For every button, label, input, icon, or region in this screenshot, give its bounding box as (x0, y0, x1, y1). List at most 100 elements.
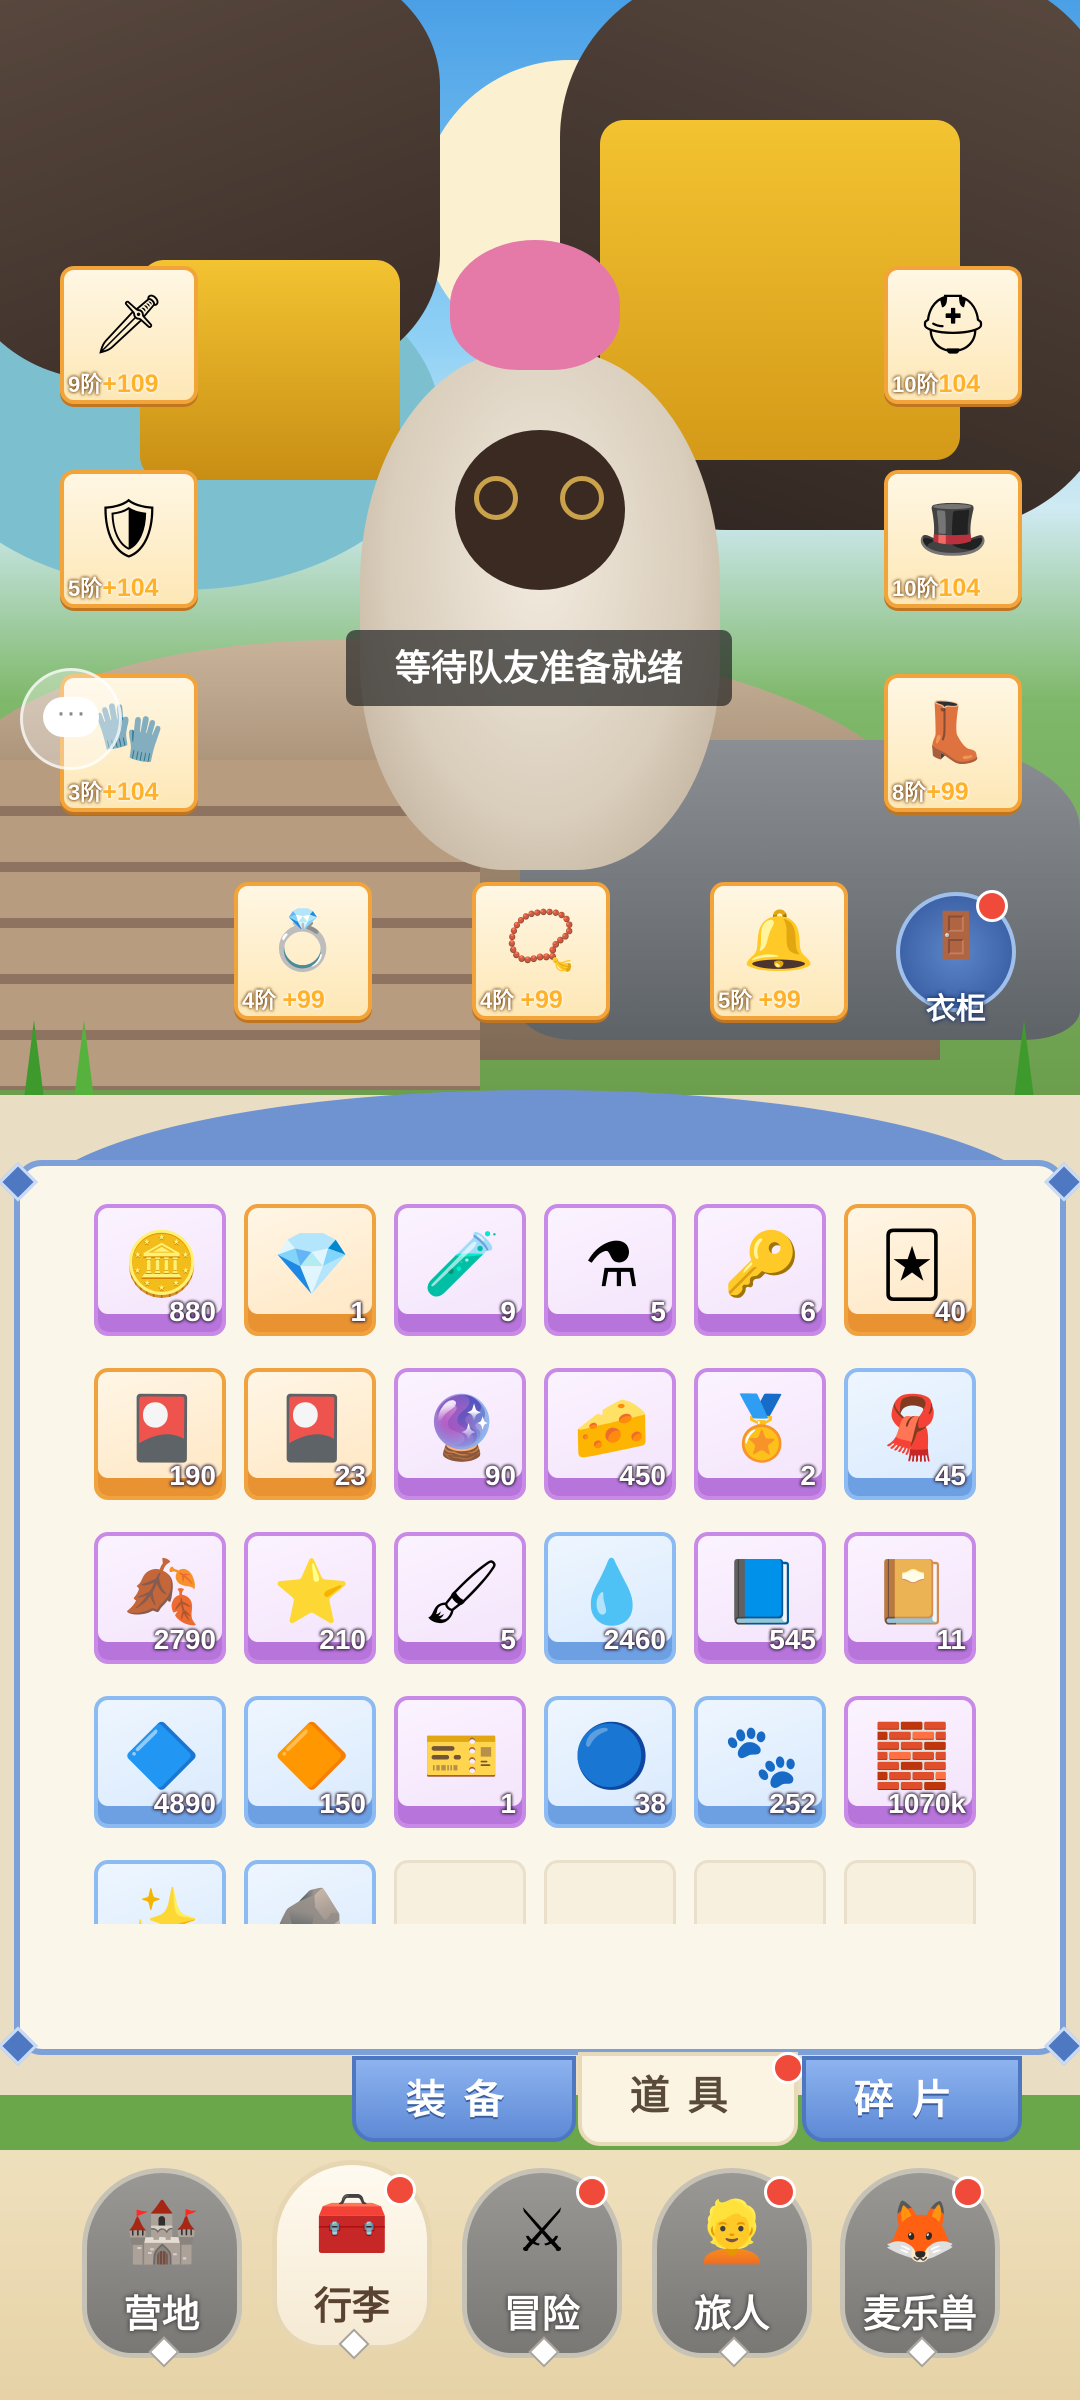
item-quantity: 252 (769, 1788, 816, 1819)
necklace-icon: 📿 (504, 908, 578, 973)
item-quantity: 2790 (153, 1624, 216, 1655)
item-quantity: 150 (319, 1788, 366, 1819)
inventory-slot[interactable]: 🪙 880 (94, 1204, 226, 1336)
nav-luggage-label: 行李 (313, 2286, 390, 2328)
nav-travelers-label: 旅人 (693, 2294, 770, 2336)
inventory-slot[interactable]: ✨ (94, 1860, 226, 1924)
inventory-slot[interactable]: 🎴 190 (94, 1368, 226, 1500)
nav-travelers-alert-dot (764, 2176, 796, 2208)
inventory-slot[interactable]: 🏅 2 (694, 1368, 826, 1500)
inventory-grid: 🪙 880 💎 1 🧪 9 ⚗ 5 🔑 6 🃏 40 🎴 190 🎴 23 🔮 90 🧀 450 🏅 2 🧣 45 🍂 2790 ⭐… (94, 1204, 990, 1924)
inventory-slot[interactable]: 🪨 (244, 1860, 376, 1924)
nav-camp[interactable]: 🏰 营地 (82, 2168, 242, 2368)
item-quantity: 5 (650, 1296, 666, 1327)
inventory-slot[interactable]: 🔵 38 (544, 1696, 676, 1828)
equip-slot-boots[interactable]: 👢 8阶+99 (884, 674, 1022, 812)
equip-level: 5阶 +99 (714, 984, 844, 1016)
tab-fragments[interactable]: 碎片 (802, 2056, 1022, 2142)
helmet-icon: ⛑ (916, 292, 990, 357)
tab-items[interactable]: 道具 (578, 2052, 798, 2146)
inventory-slot[interactable]: 🍂 2790 (94, 1532, 226, 1664)
equip-level: 9阶+109 (64, 368, 194, 400)
character-eye (560, 476, 604, 520)
item-quantity: 190 (169, 1460, 216, 1491)
equip-level: 5阶+104 (64, 572, 194, 604)
item-quantity: 1 (350, 1296, 366, 1327)
inventory-slot-empty[interactable] (844, 1860, 976, 1924)
equip-slot-weapon[interactable]: 🗡 9阶+109 (60, 266, 198, 404)
player-character[interactable] (360, 350, 720, 870)
inventory-slot[interactable]: 🎴 23 (244, 1368, 376, 1500)
inventory-slot[interactable]: 🧪 9 (394, 1204, 526, 1336)
equip-slot-ring[interactable]: 💍 4阶 +99 (234, 882, 372, 1020)
equip-slot-necklace[interactable]: 📿 4阶 +99 (472, 882, 610, 1020)
nav-pets-label: 麦乐兽 (862, 2294, 977, 2336)
equip-slot-charm[interactable]: 🔔 5阶 +99 (710, 882, 848, 1020)
inventory-slot[interactable]: 🧱 1070k (844, 1696, 976, 1828)
equip-level: 10阶104 (888, 368, 1018, 400)
golden-key-icon: 🔑 (723, 1229, 801, 1299)
wardrobe-alert-dot (976, 890, 1008, 922)
item-quantity: 11 (936, 1624, 966, 1655)
red-potion-icon: ⚗ (584, 1230, 640, 1300)
inventory-slot-empty[interactable] (694, 1860, 826, 1924)
tab-fragments-label: 碎片 (854, 2078, 970, 2122)
inventory-slot[interactable]: 📘 545 (694, 1532, 826, 1664)
inventory-slot-empty[interactable] (394, 1860, 526, 1924)
nav-adventure-label: 冒险 (503, 2294, 580, 2336)
wardrobe-label: 衣柜 (926, 993, 986, 1026)
inventory-slot[interactable]: 🐾 252 (694, 1696, 826, 1828)
tab-equipment-label: 装备 (406, 2078, 522, 2122)
chest-icon: 🧰 (314, 2189, 390, 2257)
inventory-slot[interactable]: 🃏 40 (844, 1204, 976, 1336)
tab-equipment[interactable]: 装备 (352, 2056, 576, 2142)
inventory-slot[interactable]: 🎫 1 (394, 1696, 526, 1828)
inventory-slot[interactable]: 🖌 5 (394, 1532, 526, 1664)
inventory-slot[interactable]: 💧 2460 (544, 1532, 676, 1664)
chest-armor-icon: 🛡 (92, 496, 166, 561)
item-quantity: 45 (934, 1460, 966, 1491)
wardrobe-icon: 🚪 (928, 911, 984, 960)
ring-icon: 💍 (266, 908, 340, 973)
inventory-slot-empty[interactable] (544, 1860, 676, 1924)
charm-icon: 🔔 (742, 908, 816, 973)
item-quantity: 4890 (153, 1788, 216, 1819)
gold-fragment-icon: ✨ (123, 1885, 201, 1925)
equip-level: 10阶104 (888, 572, 1018, 604)
inventory-slot[interactable]: 🧀 450 (544, 1368, 676, 1500)
inventory-slot[interactable]: 💎 1 (244, 1204, 376, 1336)
inventory-slot[interactable]: ⭐ 210 (244, 1532, 376, 1664)
inventory-slot[interactable]: 🔷 4890 (94, 1696, 226, 1828)
chat-button[interactable]: ··· (20, 668, 122, 770)
equip-slot-hat[interactable]: 🎩 10阶104 (884, 470, 1022, 608)
item-quantity: 38 (634, 1788, 666, 1819)
feather-hat-icon: 🎩 (916, 496, 990, 561)
item-quantity: 1 (500, 1788, 516, 1819)
equip-level: 3阶+104 (64, 776, 194, 808)
nav-camp-label: 营地 (123, 2294, 200, 2336)
ticket-icon: 🎫 (423, 1721, 501, 1791)
item-quantity: 545 (769, 1624, 816, 1655)
item-quantity: 40 (934, 1296, 966, 1327)
item-quantity: 1070k (888, 1788, 966, 1819)
inventory-slot[interactable]: 🔮 90 (394, 1368, 526, 1500)
inventory-slot[interactable]: ⚗ 5 (544, 1204, 676, 1336)
tab-items-label: 道具 (630, 2074, 746, 2118)
equip-level: 8阶+99 (888, 776, 1018, 808)
equip-slot-helmet[interactable]: ⛑ 10阶104 (884, 266, 1022, 404)
nav-adventure-alert-dot (576, 2176, 608, 2208)
boots-icon: 👢 (916, 700, 990, 765)
inventory-slot[interactable]: 📔 11 (844, 1532, 976, 1664)
sword-icon: 🗡 (92, 292, 166, 357)
crystal-icon: 💎 (273, 1229, 351, 1299)
equip-slot-chest[interactable]: 🛡 5阶+104 (60, 470, 198, 608)
inventory-slot[interactable]: 🧣 45 (844, 1368, 976, 1500)
fox-icon: 🦊 (882, 2197, 958, 2265)
paint-tube-icon: 🖌 (422, 1557, 502, 1627)
inventory-slot[interactable]: 🔶 150 (244, 1696, 376, 1828)
item-quantity: 6 (800, 1296, 816, 1327)
item-quantity: 450 (619, 1460, 666, 1491)
inventory-slot[interactable]: 🔑 6 (694, 1204, 826, 1336)
dark-stone-icon: 🪨 (273, 1885, 351, 1925)
nav-pets-alert-dot (952, 2176, 984, 2208)
